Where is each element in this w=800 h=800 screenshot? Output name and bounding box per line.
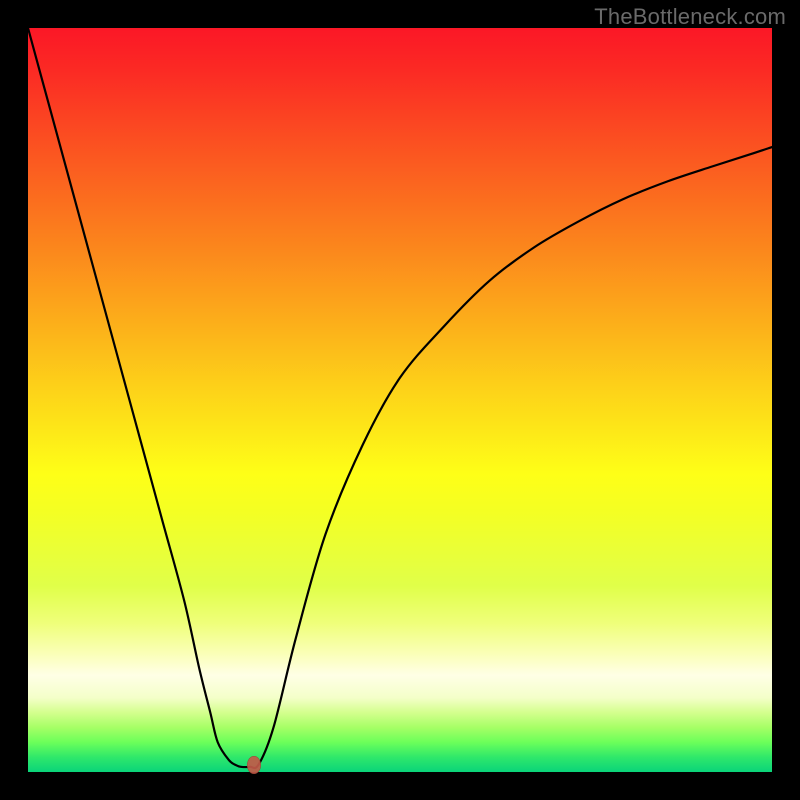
watermark-text: TheBottleneck.com — [594, 4, 786, 30]
plot-area — [28, 28, 772, 772]
curve-svg — [28, 28, 772, 772]
minimum-marker — [247, 756, 261, 774]
chart-frame: TheBottleneck.com — [0, 0, 800, 800]
bottleneck-curve — [28, 28, 772, 768]
